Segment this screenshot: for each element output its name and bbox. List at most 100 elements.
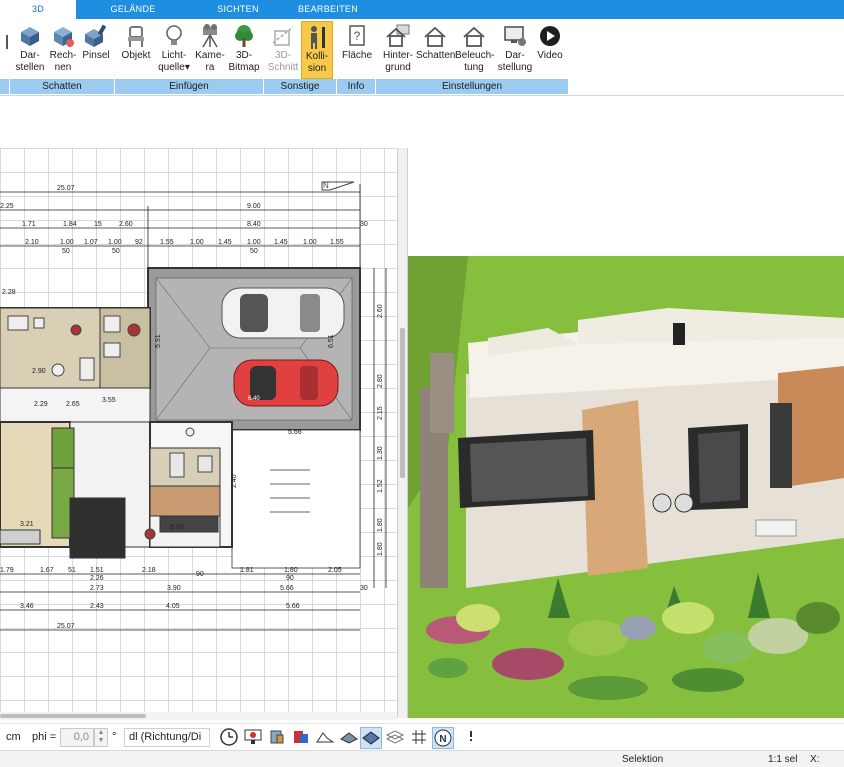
dim-840: 8.40 xyxy=(247,221,261,228)
dim-b90b: 90 xyxy=(286,575,294,582)
dim-155: 1.55 xyxy=(160,239,174,246)
darstellung-button[interactable]: Dar-stellung xyxy=(495,21,535,79)
dim-566: 5.66 xyxy=(288,429,302,436)
floor-plan-view[interactable]: 25.07 2.25 9.00 1.71 1.84 15 2.60 8.40 3… xyxy=(0,148,397,718)
person-collision-icon xyxy=(311,26,325,49)
horizontal-scrollbar[interactable] xyxy=(0,712,397,720)
hintergrund-button[interactable]: Hinter-grund xyxy=(380,21,416,79)
view-splitter[interactable] xyxy=(397,148,408,718)
direction-select[interactable]: dl (Richtung/Di xyxy=(124,728,210,747)
stack-icon[interactable] xyxy=(384,727,406,749)
dim-260v: 2.60 xyxy=(377,304,384,318)
tab-bearbeiten[interactable]: BEARBEITEN xyxy=(290,0,366,19)
dim-b405: 4.05 xyxy=(166,603,180,610)
rechnen-button[interactable]: Rech-nen xyxy=(48,21,78,79)
dim-171: 1.71 xyxy=(22,221,36,228)
dim-145: 1.45 xyxy=(218,239,232,246)
tree-icon xyxy=(235,25,253,47)
cube-render-icon xyxy=(54,27,74,47)
objekt-button[interactable]: Objekt xyxy=(118,21,154,79)
terrace xyxy=(231,429,361,569)
svg-text:N: N xyxy=(323,181,329,190)
dim-210: 2.10 xyxy=(25,239,39,246)
house-light-icon xyxy=(463,26,485,47)
dim-280: 2.80 xyxy=(377,374,384,388)
dim-50b: 50 xyxy=(112,248,120,255)
3d-view[interactable] xyxy=(408,148,844,718)
status-x-label: X: xyxy=(810,754,820,765)
grid-icon[interactable] xyxy=(408,727,430,749)
tab-3d[interactable]: 3D xyxy=(0,0,76,19)
walk-icon[interactable] xyxy=(266,727,288,749)
dim-b390: 3.90 xyxy=(167,585,181,592)
group-schatten xyxy=(0,79,10,94)
dim-651: 6.51 xyxy=(328,334,335,348)
play-icon xyxy=(540,26,560,46)
dim-900: 9.00 xyxy=(247,203,261,210)
dim-b566: 5.66 xyxy=(280,585,294,592)
clock-icon[interactable] xyxy=(218,727,240,749)
dim-321: 3.21 xyxy=(20,521,34,528)
dim-b179: 1.79 xyxy=(0,567,14,574)
bitmap-button[interactable]: 3D- Bitmap xyxy=(225,21,263,79)
dim-b243: 2.43 xyxy=(90,603,104,610)
ribbon: Dar-stellen Rech-nen Pinsel Objekt Licht… xyxy=(0,19,844,96)
svg-text:N: N xyxy=(439,734,446,745)
group-info-label: Info xyxy=(337,79,376,94)
kamera-button[interactable]: Kame-ra xyxy=(195,21,225,79)
white-car xyxy=(221,287,345,339)
dim-100d: 1.00 xyxy=(247,239,261,246)
dim-180: 1.80 xyxy=(377,518,384,532)
dim-top-total: 25.07 xyxy=(57,185,75,192)
phi-input[interactable]: 0,0 xyxy=(60,728,94,747)
video-button[interactable]: Video xyxy=(535,21,565,79)
floor-plane-icon[interactable] xyxy=(360,727,382,749)
schnitt-3d-button[interactable]: 3D- Schnitt xyxy=(266,21,300,79)
more-options-icon[interactable] xyxy=(460,727,482,749)
layers-icon[interactable] xyxy=(338,727,360,749)
dim-92: 92 xyxy=(135,239,143,246)
dim-180b: 1.80 xyxy=(377,542,384,556)
flaeche-button[interactable]: ? Fläche xyxy=(339,21,375,79)
schatten-button[interactable]: Schatten xyxy=(416,21,455,79)
dim-184: 1.84 xyxy=(63,221,77,228)
monitor-icon[interactable] xyxy=(242,727,264,749)
chair-icon xyxy=(128,26,144,47)
3d-scene xyxy=(408,148,844,718)
dim-100b: 1.00 xyxy=(108,239,122,246)
phi-stepper[interactable]: ▲ ▼ xyxy=(94,728,108,747)
vertical-scrollbar-thumb[interactable] xyxy=(400,328,405,478)
dim-b2507: 25.07 xyxy=(57,623,75,630)
darstellen-button[interactable]: Dar-stellen xyxy=(12,21,48,79)
tab-sichten[interactable]: SICHTEN xyxy=(200,0,276,19)
camera-tripod-icon xyxy=(202,24,218,48)
dim-b151: 1.51 xyxy=(90,567,104,574)
north-compass-icon[interactable]: N xyxy=(432,727,454,749)
dim-100a: 1.00 xyxy=(60,239,74,246)
dim-b167: 1.67 xyxy=(40,567,54,574)
washing-machine-icon xyxy=(652,493,672,513)
lichtquelle-button[interactable]: Licht-quelle▾ xyxy=(156,21,192,79)
status-scale: 1:1 sel xyxy=(768,754,798,765)
pinsel-button[interactable]: Pinsel xyxy=(80,21,112,79)
dim-229: 2.29 xyxy=(34,401,48,408)
terrain-icon[interactable] xyxy=(314,727,336,749)
ribbon-tab-bar: 3D GELÄNDE SICHTEN BEARBEITEN xyxy=(0,0,844,19)
group-einstellungen-label: Einstellungen xyxy=(376,79,569,94)
horizontal-scrollbar-thumb[interactable] xyxy=(0,714,146,718)
north-arrow-icon: N xyxy=(321,181,355,191)
status-bar: Selektion 1:1 sel X: xyxy=(0,750,844,767)
area-info-icon: ? xyxy=(349,25,365,46)
dim-290: 2.90 xyxy=(32,368,46,375)
dim-b566b: 5.66 xyxy=(286,603,300,610)
objects-icon[interactable] xyxy=(290,727,312,749)
kollision-button[interactable]: Kolli-sion xyxy=(301,21,333,79)
cube-icon xyxy=(21,27,39,46)
group-sonstige-label: Sonstige xyxy=(264,79,337,94)
beleuchtung-button[interactable]: Beleuch-tung xyxy=(455,21,494,79)
unit-label: cm xyxy=(6,731,21,743)
tab-gelaende[interactable]: GELÄNDE xyxy=(95,0,171,19)
degree-label: ° xyxy=(112,731,117,743)
dim-b226: 2.26 xyxy=(90,575,104,582)
partial-button[interactable] xyxy=(0,21,10,79)
